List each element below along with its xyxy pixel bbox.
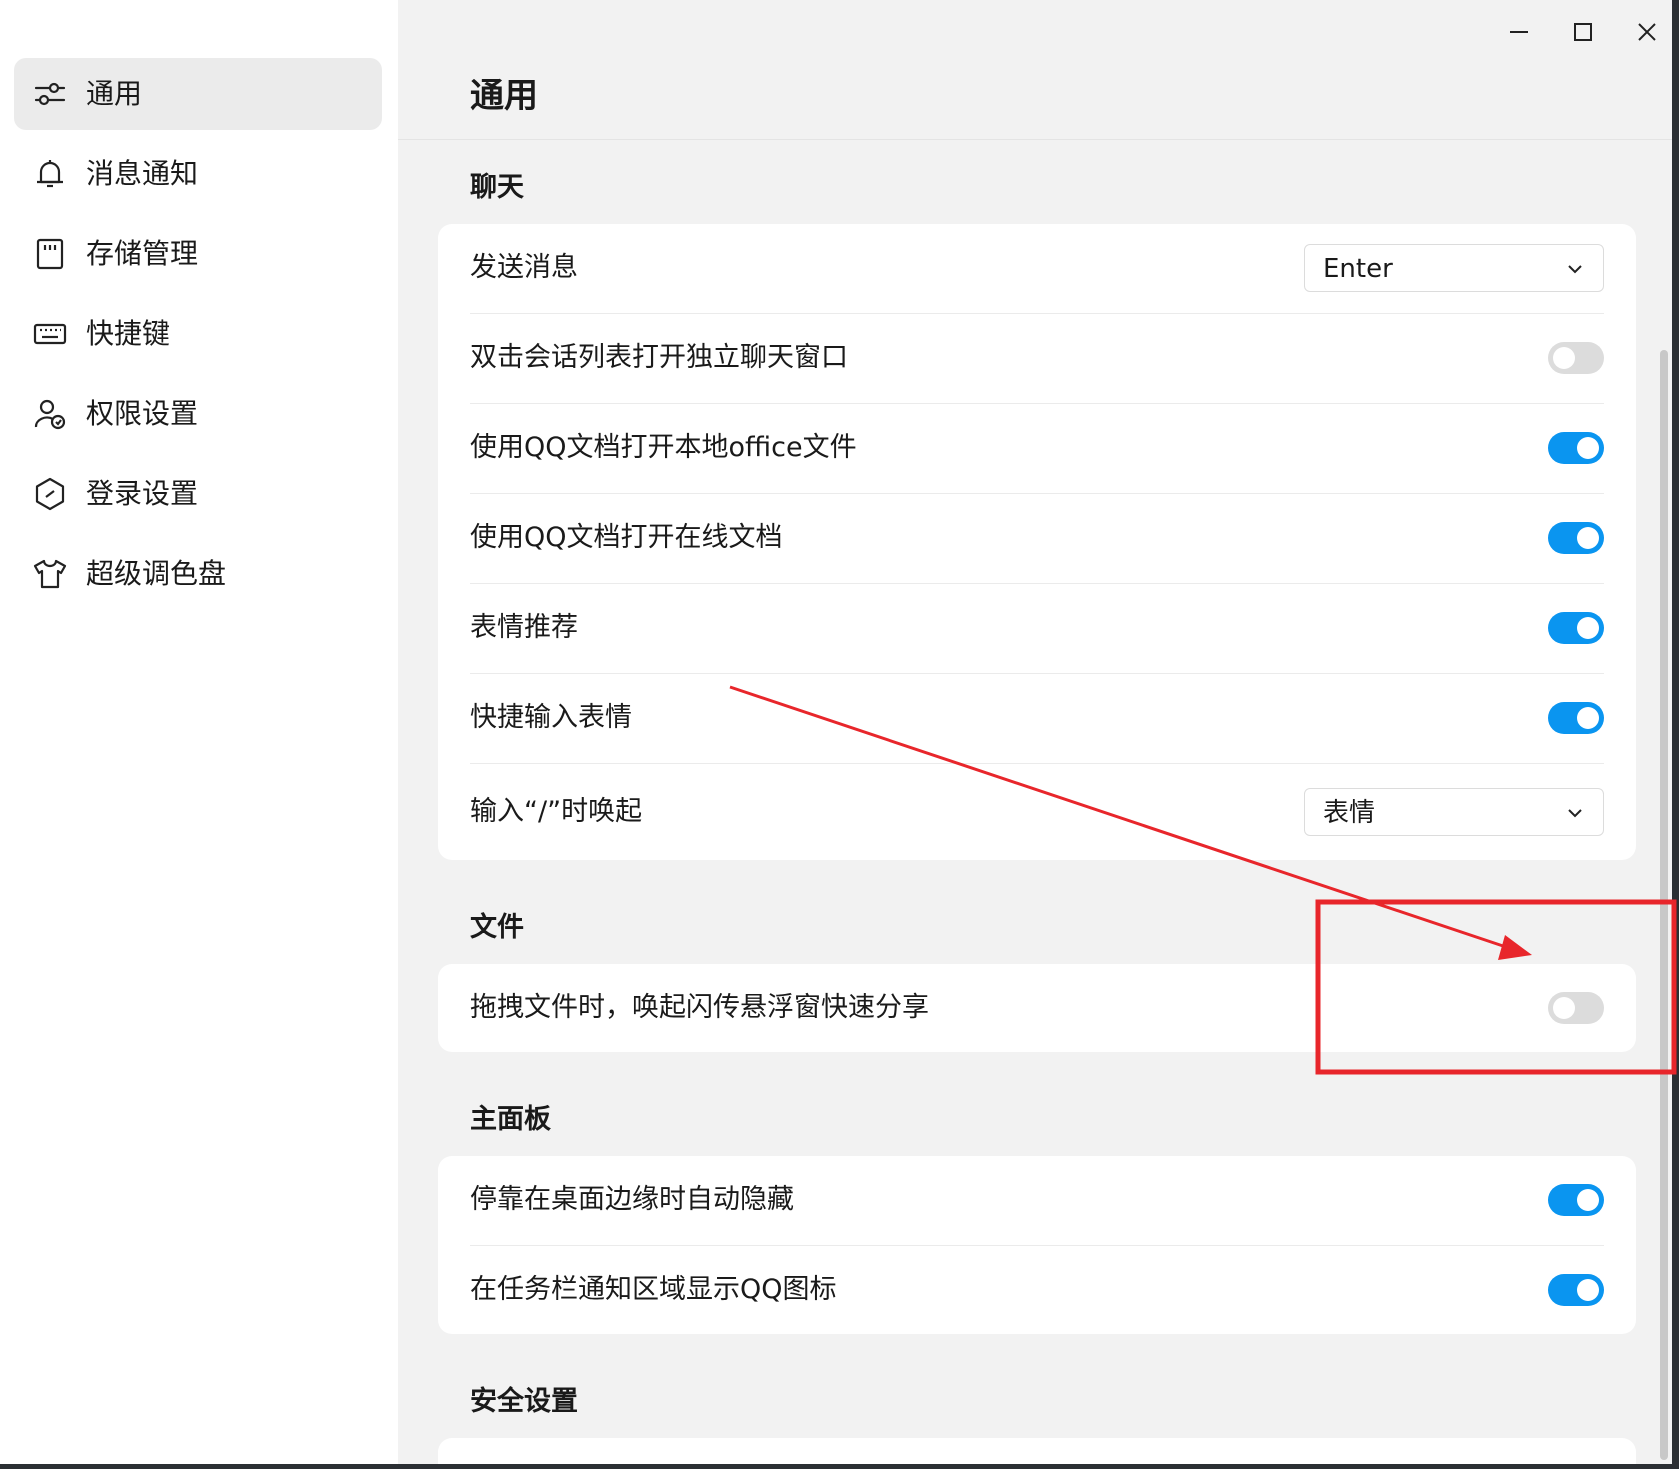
sidebar-item-label: 存储管理 (86, 237, 199, 270)
section-title-security: 安全设置 (470, 1386, 578, 1417)
row-label: 发送消息 (470, 252, 578, 283)
select-value: 表情 (1323, 798, 1376, 828)
toggle-knob (1577, 617, 1599, 639)
sidebar-item-login[interactable]: 登录设置 (14, 458, 382, 530)
sidebar-item-general[interactable]: 通用 (14, 58, 382, 130)
setting-row: 拖拽文件时，唤起闪传悬浮窗快速分享 (470, 964, 1604, 1052)
double-click-open-window-toggle[interactable] (1548, 342, 1604, 374)
row-label: 使用QQ文档打开本地office文件 (470, 432, 857, 463)
minimize-button[interactable] (1495, 12, 1543, 52)
section-title-file: 文件 (470, 912, 524, 943)
row-label: 双击会话列表打开独立聊天窗口 (470, 342, 848, 373)
security-settings-card (438, 1438, 1636, 1464)
tshirt-icon (32, 556, 68, 592)
setting-row: 停靠在桌面边缘时自动隐藏 (470, 1156, 1604, 1246)
emoji-recommend-toggle[interactable] (1548, 612, 1604, 644)
row-label: 快捷输入表情 (470, 702, 632, 733)
chat-settings-card: 发送消息 Enter 双击会话列表打开独立聊天窗口 使用QQ文档打开本地offi… (438, 224, 1636, 860)
sliders-icon (32, 76, 68, 112)
sidebar-item-theme[interactable]: 超级调色盘 (14, 538, 382, 610)
row-label: 表情推荐 (470, 612, 578, 643)
scrollbar[interactable] (1660, 350, 1668, 1460)
keyboard-icon (32, 316, 68, 352)
drag-file-flash-share-toggle[interactable] (1548, 992, 1604, 1024)
toggle-knob (1553, 347, 1575, 369)
sidebar: 通用 消息通知 存储管理 快捷键 权限设置 登录设置 超级调色盘 (0, 0, 398, 1464)
select-value: Enter (1323, 254, 1393, 284)
toggle-knob (1577, 1189, 1599, 1211)
toggle-knob (1577, 1279, 1599, 1301)
close-icon (1638, 23, 1656, 41)
sidebar-item-label: 登录设置 (86, 477, 199, 510)
sidebar-item-storage[interactable]: 存储管理 (14, 218, 382, 290)
setting-row: 使用QQ文档打开在线文档 (470, 494, 1604, 584)
setting-row: 在任务栏通知区域显示QQ图标 (470, 1246, 1604, 1334)
section-title-main-panel: 主面板 (470, 1104, 551, 1135)
setting-row: 快捷输入表情 (470, 674, 1604, 764)
slash-trigger-select[interactable]: 表情 (1304, 788, 1604, 836)
slash-trigger-row: 输入“/”时唤起 表情 (470, 764, 1604, 860)
setting-row: 使用QQ文档打开本地office文件 (470, 404, 1604, 494)
sidebar-item-label: 消息通知 (86, 157, 199, 190)
close-button[interactable] (1623, 12, 1671, 52)
toggle-knob (1577, 437, 1599, 459)
chevron-down-icon (1568, 809, 1582, 818)
maximize-icon (1574, 23, 1592, 41)
send-message-row: 发送消息 Enter (470, 224, 1604, 314)
toggle-knob (1577, 527, 1599, 549)
row-label: 停靠在桌面边缘时自动隐藏 (470, 1184, 794, 1215)
settings-window: 通用 消息通知 存储管理 快捷键 权限设置 登录设置 超级调色盘 通用 聊天 发… (0, 0, 1672, 1464)
send-message-select[interactable]: Enter (1304, 244, 1604, 292)
setting-row: 表情推荐 (470, 584, 1604, 674)
sidebar-item-label: 快捷键 (86, 317, 171, 350)
sidebar-item-permissions[interactable]: 权限设置 (14, 378, 382, 450)
page-title: 通用 (470, 76, 538, 116)
sidebar-item-label: 通用 (86, 77, 143, 110)
toggle-knob (1577, 707, 1599, 729)
auto-hide-edge-toggle[interactable] (1548, 1184, 1604, 1216)
sidebar-item-shortcuts[interactable]: 快捷键 (14, 298, 382, 370)
tray-icon-toggle[interactable] (1548, 1274, 1604, 1306)
user-shield-icon (32, 396, 68, 432)
section-title-chat: 聊天 (470, 172, 524, 203)
main-panel-settings-card: 停靠在桌面边缘时自动隐藏 在任务栏通知区域显示QQ图标 (438, 1156, 1636, 1334)
sidebar-item-notifications[interactable]: 消息通知 (14, 138, 382, 210)
toggle-knob (1553, 997, 1575, 1019)
sidebar-item-label: 超级调色盘 (86, 557, 227, 590)
hexagon-lock-icon (32, 476, 68, 512)
title-bar: 通用 (398, 0, 1672, 140)
chevron-down-icon (1568, 265, 1582, 274)
row-label: 拖拽文件时，唤起闪传悬浮窗快速分享 (470, 992, 929, 1023)
maximize-button[interactable] (1559, 12, 1607, 52)
row-label: 在任务栏通知区域显示QQ图标 (470, 1274, 837, 1305)
sidebar-item-label: 权限设置 (86, 397, 199, 430)
setting-row: 双击会话列表打开独立聊天窗口 (470, 314, 1604, 404)
file-settings-card: 拖拽文件时，唤起闪传悬浮窗快速分享 (438, 964, 1636, 1052)
qq-docs-online-toggle[interactable] (1548, 522, 1604, 554)
row-label: 使用QQ文档打开在线文档 (470, 522, 783, 553)
quick-emoji-input-toggle[interactable] (1548, 702, 1604, 734)
bell-icon (32, 156, 68, 192)
main-panel: 通用 聊天 发送消息 Enter 双击会话列表打开独立聊天窗口 使用QQ文档打开… (398, 0, 1672, 1464)
storage-card-icon (32, 236, 68, 272)
row-label: 输入“/”时唤起 (470, 796, 643, 827)
minimize-icon (1510, 31, 1528, 33)
qq-docs-local-office-toggle[interactable] (1548, 432, 1604, 464)
